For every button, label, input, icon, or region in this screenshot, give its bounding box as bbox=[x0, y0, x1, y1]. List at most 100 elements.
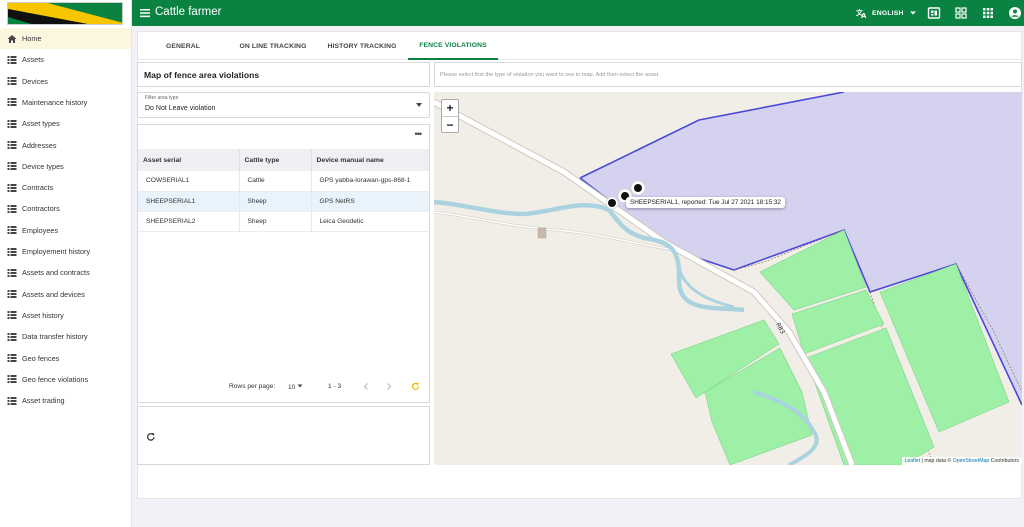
refresh-icon[interactable] bbox=[146, 432, 156, 442]
sidebar-item-assets-and-contracts[interactable]: Assets and contracts bbox=[0, 262, 131, 283]
table-row[interactable]: SHEEPSERIAL1 Sheep GPS NetRS bbox=[138, 191, 429, 212]
openstreetmap-link[interactable]: OpenStreetMap bbox=[953, 458, 990, 464]
list-icon bbox=[7, 289, 17, 299]
tab-general[interactable]: GENERAL bbox=[138, 32, 228, 60]
apps-grid-icon[interactable] bbox=[981, 6, 995, 20]
attribution-contributors: Contributors bbox=[989, 458, 1019, 464]
chevron-down-icon bbox=[416, 103, 422, 107]
sidebar-item-assets-and-devices[interactable]: Assets and devices bbox=[0, 284, 131, 305]
sidebar-item-label: Data transfer history bbox=[22, 332, 88, 342]
sidebar-item-label: Employement history bbox=[22, 247, 91, 256]
rows-per-page-value: 10 bbox=[288, 384, 296, 391]
sidebar-item-contracts[interactable]: Contracts bbox=[0, 177, 131, 198]
tab-history-tracking[interactable]: HISTORY TRACKING bbox=[319, 32, 405, 60]
filter-area-type-select[interactable]: Filter area type Do Not Leave violation bbox=[137, 92, 430, 118]
sidebar-item-label: Devices bbox=[22, 76, 48, 86]
language-selector[interactable]: 文A ENGLISH bbox=[856, 7, 917, 19]
fence-violation-map[interactable]: R83 + − SHEEPSERIAL1, reported: Tue Jul … bbox=[434, 92, 1022, 465]
leaflet-link[interactable]: Leaflet bbox=[905, 458, 921, 464]
assets-table-card: ••• Asset serial Cattle type Device manu… bbox=[137, 124, 430, 403]
sidebar-item-label: Asset history bbox=[22, 310, 64, 320]
sidebar-item-geo-fences[interactable]: Geo fences bbox=[0, 348, 131, 369]
language-label: ENGLISH bbox=[872, 9, 904, 17]
column-header-asset-serial[interactable]: Asset serial bbox=[138, 149, 240, 171]
cell-asset-serial: COWSERIAL1 bbox=[138, 171, 240, 192]
sidebar-item-label: Contractors bbox=[22, 204, 60, 214]
map-canvas[interactable]: R83 bbox=[434, 92, 1022, 465]
sidebar-item-asset-history[interactable]: Asset history bbox=[0, 305, 131, 326]
top-app-bar: Cattle farmer 文A ENGLISH bbox=[132, 0, 1024, 26]
dashboard-icon[interactable] bbox=[927, 6, 941, 20]
marker-popup: SHEEPSERIAL1, reported: Tue Jul 27 2021 … bbox=[626, 197, 785, 208]
attribution-separator: | map data © bbox=[920, 458, 953, 464]
list-icon bbox=[7, 161, 17, 171]
sidebar-item-home[interactable]: Home bbox=[0, 28, 131, 49]
list-icon bbox=[7, 396, 17, 406]
tab-fence-violations[interactable]: FENCE VIOLATIONS bbox=[408, 32, 498, 60]
sidebar-item-asset-trading[interactable]: Asset trading bbox=[0, 390, 131, 411]
list-icon bbox=[7, 119, 17, 129]
sidebar-item-devices[interactable]: Devices bbox=[0, 71, 131, 92]
tab-online-tracking[interactable]: ON LINE TRACKING bbox=[233, 32, 313, 60]
sidebar-item-label: Addresses bbox=[22, 140, 57, 150]
sidebar-item-label: Asset types bbox=[22, 119, 60, 129]
column-header-cattle-type[interactable]: Cattle type bbox=[239, 149, 312, 171]
translate-icon: 文A bbox=[856, 8, 867, 19]
page-title: Map of fence area violations bbox=[144, 70, 260, 80]
sidebar-item-label: Home bbox=[22, 34, 42, 43]
zoom-out-button[interactable]: − bbox=[442, 116, 458, 132]
sidebar-item-employement-history[interactable]: Employement history bbox=[0, 241, 131, 262]
more-options-icon[interactable]: ••• bbox=[415, 129, 423, 139]
sidebar-item-label: Assets and devices bbox=[22, 289, 85, 299]
chevron-down-icon bbox=[297, 384, 303, 388]
list-icon bbox=[7, 55, 17, 65]
table-pagination: Rows per page: 10 1 - 3 bbox=[138, 380, 429, 396]
account-icon[interactable] bbox=[1008, 6, 1022, 20]
tab-bar: GENERAL ON LINE TRACKING HISTORY TRACKIN… bbox=[138, 32, 1021, 60]
sidebar-item-asset-types[interactable]: Asset types bbox=[0, 113, 131, 134]
rows-per-page-select[interactable]: 10 bbox=[288, 383, 303, 391]
sidebar-item-data-transfer-history[interactable]: Data transfer history bbox=[0, 326, 131, 347]
list-icon bbox=[7, 183, 17, 193]
list-icon bbox=[7, 76, 17, 86]
sidebar-item-employees[interactable]: Employees bbox=[0, 220, 131, 241]
sidebar-item-maintenance-history[interactable]: Maintenance history bbox=[0, 92, 131, 113]
chevron-left-icon[interactable] bbox=[362, 382, 370, 393]
assets-table: Asset serial Cattle type Device manual n… bbox=[138, 149, 429, 232]
sidebar-item-label: Geo fences bbox=[22, 353, 60, 363]
home-icon bbox=[7, 34, 17, 44]
sidebar-item-addresses[interactable]: Addresses bbox=[0, 135, 131, 156]
hint-text: Please select first the type of violatio… bbox=[440, 72, 660, 78]
list-icon bbox=[7, 247, 17, 257]
sidebar-item-contractors[interactable]: Contractors bbox=[0, 198, 131, 219]
fullscreen-icon[interactable] bbox=[954, 6, 968, 20]
sidebar-item-geo-fence-violations[interactable]: Geo fence violations bbox=[0, 369, 131, 390]
sidebar: Home Assets Devices Maintenance history Asse… bbox=[0, 0, 132, 527]
chevron-down-icon bbox=[909, 11, 916, 15]
pagination-range: 1 - 3 bbox=[328, 383, 342, 390]
chevron-right-icon[interactable] bbox=[385, 382, 393, 393]
column-header-device-name[interactable]: Device manual name bbox=[311, 149, 429, 171]
table-row[interactable]: SHEEPSERIAL2 Sheep Leica Geodetic bbox=[138, 211, 429, 232]
cell-device-name: Leica Geodetic bbox=[311, 211, 429, 232]
list-icon bbox=[7, 268, 17, 278]
list-icon bbox=[7, 374, 17, 384]
sidebar-item-label: Geo fence violations bbox=[22, 374, 89, 384]
sidebar-item-label: Contracts bbox=[22, 183, 54, 193]
table-row[interactable]: COWSERIAL1 Cattle GPS yabba-lorawan-gps-… bbox=[138, 171, 429, 192]
svg-text:A: A bbox=[861, 12, 867, 19]
sidebar-item-device-types[interactable]: Device types bbox=[0, 156, 131, 177]
cell-device-name: GPS yabba-lorawan-gps-868-1 bbox=[311, 171, 429, 192]
menu-icon[interactable] bbox=[138, 6, 152, 20]
refresh-card bbox=[137, 406, 430, 465]
rows-per-page-label: Rows per page: bbox=[229, 383, 276, 390]
zoom-in-button[interactable]: + bbox=[442, 100, 458, 116]
sidebar-item-label: Assets and contracts bbox=[22, 268, 90, 278]
app-logo[interactable] bbox=[7, 2, 123, 25]
refresh-icon[interactable] bbox=[411, 382, 420, 393]
map-title-card: Map of fence area violations bbox=[137, 62, 430, 87]
cell-cattle-type: Cattle bbox=[239, 171, 312, 192]
sidebar-item-assets[interactable]: Assets bbox=[0, 49, 131, 70]
list-icon bbox=[7, 310, 17, 320]
hint-card: Please select first the type of violatio… bbox=[434, 62, 1022, 87]
